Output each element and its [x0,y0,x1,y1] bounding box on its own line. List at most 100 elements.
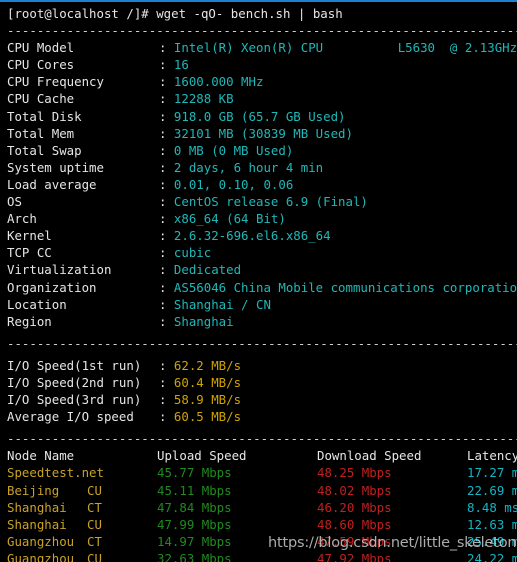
info-value: CentOS release 6.9 (Final) [173,194,368,210]
io-value: 58.9 MB/s [173,392,242,408]
info-colon: : [159,40,174,56]
cell-isp: CU [87,550,102,562]
io-colon: : [159,409,174,425]
cell-download: 47.59 Mbps [317,533,392,549]
info-row: Location: Shanghai / CN [7,296,517,313]
io-row: I/O Speed(1st run): 62.2 MB/s [7,357,517,374]
info-row: Total Mem: 32101 MB (30839 MB Used) [7,125,517,142]
info-value: Shanghai [173,313,234,329]
info-label: CPU Cores [7,57,75,73]
system-info-section: CPU Model: Intel(R) Xeon(R) CPU L5630 @ … [7,39,517,330]
info-value: Intel(R) Xeon(R) CPU L5630 @ 2.13GHz [173,40,517,56]
io-colon: : [159,374,174,390]
info-value: 2 days, 6 hour 4 min [173,159,324,175]
io-row: I/O Speed(3rd run): 58.9 MB/s [7,391,517,408]
info-colon: : [159,296,174,312]
cell-node-name: Shanghai [7,516,67,532]
info-value: Shanghai / CN [173,296,271,312]
speedtest-header-row: Node Name Upload Speed Download Speed Laten… [7,447,517,464]
info-value: AS56046 China Mobile communications corp… [173,279,517,295]
separator-speedtest: ----------------------------------------… [7,431,517,447]
cell-isp: CU [87,482,102,498]
info-label: Location [7,296,67,312]
info-row: Virtualization: Dedicated [7,261,517,278]
cell-node-name: Speedtest.net [7,465,104,481]
info-colon: : [159,245,174,261]
info-colon: : [159,91,174,107]
info-label: Load average [7,176,97,192]
header-node-name: Node Name [7,448,75,464]
cell-upload: 47.99 Mbps [157,516,232,532]
io-row: I/O Speed(2nd run): 60.4 MB/s [7,374,517,391]
info-value: 0.01, 0.10, 0.06 [173,176,294,192]
info-row: Arch: x86_64 (64 Bit) [7,210,517,227]
info-label: CPU Frequency [7,74,104,90]
info-colon: : [159,74,174,90]
terminal-window: [root@localhost /]# wget -qO- bench.sh |… [0,0,517,562]
info-colon: : [159,194,174,210]
cell-node-name: Beijing [7,482,60,498]
info-row: TCP CC: cubic [7,244,517,261]
info-row: CPU Model: Intel(R) Xeon(R) CPU L5630 @ … [7,39,517,56]
info-label: Total Mem [7,125,75,141]
cell-isp: CT [87,499,102,515]
info-value: 918.0 GB (65.7 GB Used) [173,108,346,124]
info-colon: : [159,57,174,73]
info-label: Total Disk [7,108,82,124]
cell-upload: 45.77 Mbps [157,465,232,481]
shell-prompt-line: [root@localhost /]# wget -qO- bench.sh |… [7,6,343,21]
io-label: I/O Speed(3rd run) [7,392,142,408]
table-row: Shanghai CU 47.99 Mbps 48.60 Mbps 12.63 ms [7,516,517,533]
cell-upload: 47.84 Mbps [157,499,232,515]
io-row: Average I/O speed: 60.5 MB/s [7,408,517,425]
table-row: Guangzhou CT 14.97 Mbps 47.59 Mbps 25.49 ms [7,533,517,550]
info-row: Organization: AS56046 China Mobile commu… [7,279,517,296]
table-row: Shanghai CT 47.84 Mbps 46.20 Mbps 8.48 ms [7,499,517,516]
info-label: Kernel [7,228,52,244]
header-upload-speed: Upload Speed [157,448,247,464]
table-row: Speedtest.net 45.77 Mbps 48.25 Mbps 17.27 m… [7,464,517,481]
speedtest-section: Node Name Upload Speed Download Speed Laten… [7,447,517,562]
info-value: Dedicated [173,262,242,278]
io-label: Average I/O speed [7,409,134,425]
io-label: I/O Speed(1st run) [7,357,142,373]
cell-download: 47.92 Mbps [317,550,392,562]
io-value: 62.2 MB/s [173,357,242,373]
io-value: 60.5 MB/s [173,409,242,425]
info-row: Total Swap: 0 MB (0 MB Used) [7,142,517,159]
cell-latency: 12.63 ms [467,516,517,532]
io-colon: : [159,357,174,373]
info-row: Kernel: 2.6.32-696.el6.x86_64 [7,227,517,244]
info-colon: : [159,159,174,175]
info-value: 1600.000 MHz [173,74,264,90]
info-value: x86_64 (64 Bit) [173,211,286,227]
info-row: Total Disk: 918.0 GB (65.7 GB Used) [7,108,517,125]
info-colon: : [159,313,174,329]
table-row: Guangzhou CU 32.63 Mbps 47.92 Mbps 24.22 ms [7,550,517,562]
info-label: Arch [7,211,37,227]
cell-latency: 25.49 ms [467,533,517,549]
cell-latency: 8.48 ms [467,499,517,515]
cell-isp: CT [87,533,102,549]
info-label: System uptime [7,159,104,175]
info-value: 0 MB (0 MB Used) [173,142,294,158]
info-colon: : [159,211,174,227]
info-value: 2.6.32-696.el6.x86_64 [173,228,331,244]
info-colon: : [159,125,174,141]
cell-node-name: Shanghai [7,499,67,515]
info-colon: : [159,142,174,158]
io-value: 60.4 MB/s [173,374,242,390]
info-colon: : [159,279,174,295]
cell-download: 48.02 Mbps [317,482,392,498]
info-colon: : [159,262,174,278]
cell-download: 48.60 Mbps [317,516,392,532]
cell-download: 46.20 Mbps [317,499,392,515]
cell-upload: 14.97 Mbps [157,533,232,549]
info-row: OS: CentOS release 6.9 (Final) [7,193,517,210]
info-label: OS [7,194,22,210]
info-value: cubic [173,245,212,261]
cell-latency: 17.27 ms [467,465,517,481]
info-label: CPU Model [7,40,75,56]
header-download-speed: Download Speed [317,448,422,464]
info-label: CPU Cache [7,91,75,107]
